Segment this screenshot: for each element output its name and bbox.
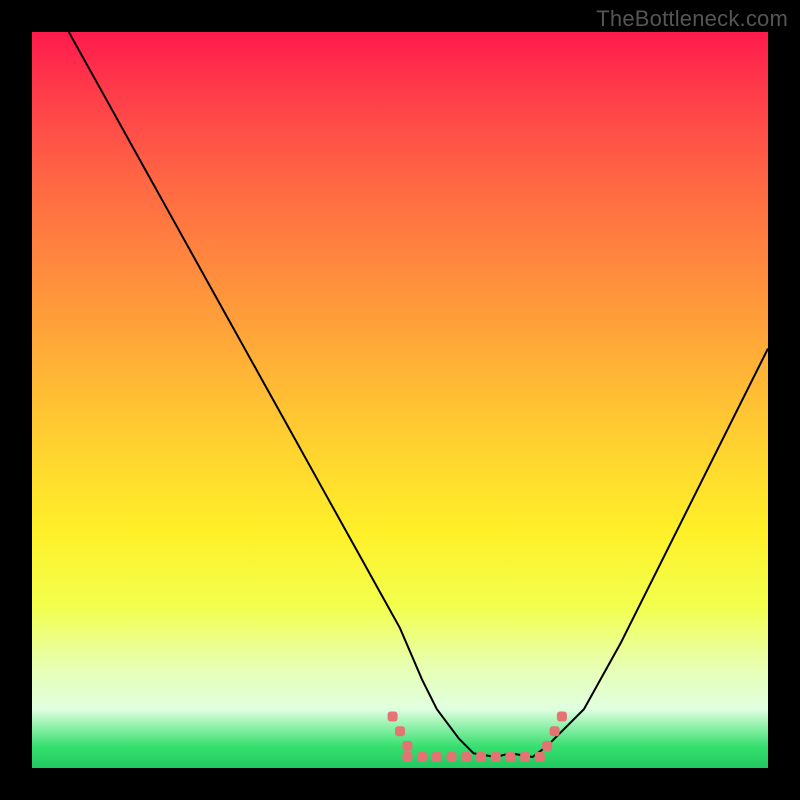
chart-curve: [69, 32, 768, 757]
chart-dots-fall: [388, 712, 413, 751]
chart-dot: [447, 752, 457, 762]
chart-dot: [542, 741, 552, 751]
chart-dot: [388, 712, 398, 722]
chart-dot: [491, 752, 501, 762]
chart-dot: [550, 726, 560, 736]
chart-dot: [432, 752, 442, 762]
chart-svg: [32, 32, 768, 768]
chart-dot: [402, 741, 412, 751]
chart-dot: [402, 752, 412, 762]
chart-dot: [535, 752, 545, 762]
chart-plot-area: [32, 32, 768, 768]
chart-dot: [520, 752, 530, 762]
chart-dot: [461, 752, 471, 762]
chart-dot: [417, 752, 427, 762]
chart-dot: [476, 752, 486, 762]
chart-dot: [395, 726, 405, 736]
watermark-text: TheBottleneck.com: [596, 6, 788, 32]
chart-dot: [557, 712, 567, 722]
chart-dot: [505, 752, 515, 762]
